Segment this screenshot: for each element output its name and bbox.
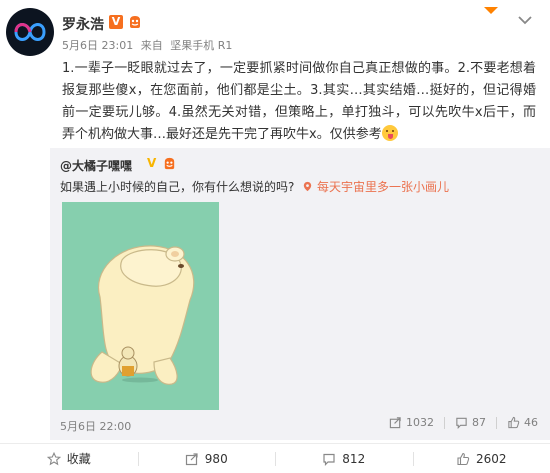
- member-level-icon[interactable]: [127, 14, 143, 30]
- like-count: 2602: [475, 451, 507, 466]
- post-text: 1.一辈子一眨眼就过去了，一定要抓紧时间做你自己真正想做的事。2.不要老想着报复…: [62, 61, 536, 142]
- tongue-out-emoji-icon: [381, 125, 398, 141]
- location-pin-icon: [304, 181, 312, 192]
- repost-username[interactable]: @大橘子嘿嘿: [60, 157, 132, 174]
- comment-icon: [323, 453, 335, 466]
- star-icon: [46, 451, 61, 465]
- repost-verified-badge-icon: V: [147, 156, 157, 170]
- post-meta: 5月6日 23:01 来自 坚果手机 R1: [62, 37, 236, 53]
- repost-topic-label: 每天宇宙里多一张小画儿: [317, 180, 450, 194]
- post-username[interactable]: 罗永浩: [62, 14, 104, 34]
- repost-like-stat[interactable]: 46: [507, 416, 538, 429]
- action-bar: 收藏 980 812 2602: [0, 443, 550, 473]
- thumbs-up-icon: [457, 452, 470, 465]
- thumbs-up-icon: [508, 416, 520, 429]
- repost-forward-stat[interactable]: 1032: [389, 416, 434, 429]
- repost-button[interactable]: 980: [137, 444, 276, 473]
- share-icon: [185, 452, 198, 465]
- repost-question: 如果遇上小时候的自己，你有什么想说的吗?: [60, 180, 295, 194]
- repost-count: 980: [204, 451, 228, 466]
- favorite-label: 收藏: [66, 452, 91, 466]
- favorite-button[interactable]: 收藏: [0, 444, 138, 473]
- avatar[interactable]: [6, 8, 54, 56]
- repost-comment-stat[interactable]: 87: [455, 416, 486, 429]
- repost-illustration-image[interactable]: [62, 202, 219, 410]
- repost-comment-count: 87: [472, 416, 486, 429]
- stat-divider: [444, 416, 445, 429]
- post-body: 1.一辈子一眨眼就过去了，一定要抓紧时间做你自己真正想做的事。2.不要老想着报复…: [62, 58, 536, 146]
- repost-member-level-icon[interactable]: [162, 156, 177, 171]
- repost-text: 如果遇上小时候的自己，你有什么想说的吗? 每天宇宙里多一张小画儿: [60, 178, 449, 195]
- post-source-prefix: 来自: [140, 39, 163, 52]
- repost-time[interactable]: 5月6日 22:00: [60, 418, 131, 434]
- like-button[interactable]: 2602: [412, 444, 550, 473]
- comment-icon: [456, 417, 467, 429]
- weibo-post-card: 罗永浩 V 5月6日 23:01 来自 坚果手机 R1 1.一辈子一眨眼就过去了…: [0, 0, 550, 473]
- share-icon: [389, 417, 401, 429]
- repost-topic-link[interactable]: 每天宇宙里多一张小画儿: [302, 180, 449, 194]
- repost-like-count: 46: [524, 416, 538, 429]
- repost-forward-count: 1032: [406, 416, 434, 429]
- chevron-down-icon[interactable]: [516, 12, 534, 26]
- reposted-content: @大橘子嘿嘿 V 如果遇上小时候的自己，你有什么想说的吗? 每天宇宙里多一张小画…: [50, 148, 550, 440]
- post-time[interactable]: 5月6日 23:01: [62, 39, 133, 52]
- repost-stats: 1032 87 46: [379, 416, 538, 429]
- stat-divider: [496, 416, 497, 429]
- verified-badge-icon: V: [109, 15, 123, 29]
- corner-marker-icon: [484, 0, 498, 14]
- comment-count: 812: [342, 451, 366, 466]
- comment-button[interactable]: 812: [275, 444, 413, 473]
- post-source[interactable]: 坚果手机 R1: [170, 39, 232, 52]
